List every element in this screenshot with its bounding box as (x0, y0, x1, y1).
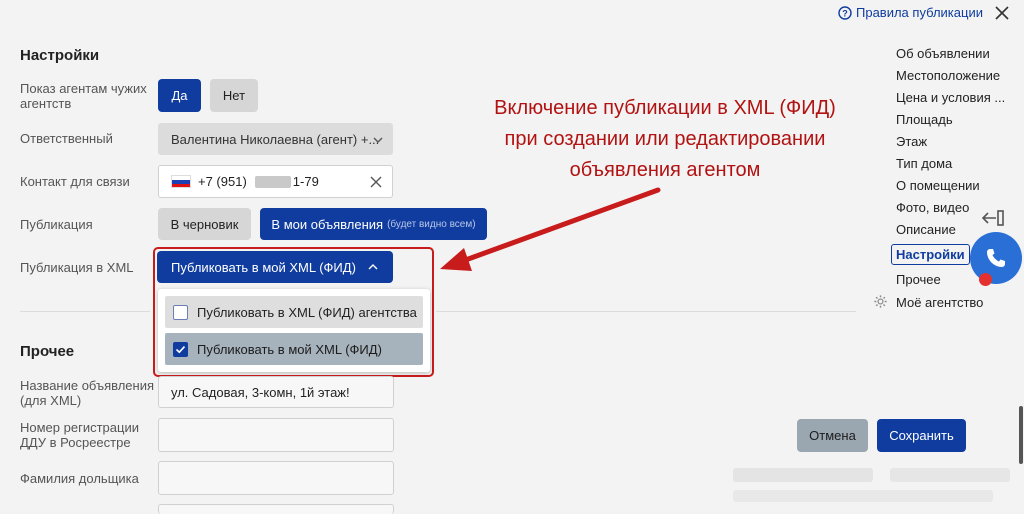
yes-button[interactable]: Да (158, 79, 201, 112)
annotation-arrow (440, 187, 661, 271)
contact-prefix: +7 (951) (198, 174, 247, 189)
ddu-label: Номер регистрации ДДУ в Росреестре (20, 420, 139, 450)
section-divider (436, 311, 856, 312)
cancel-button[interactable]: Отмена (797, 419, 868, 452)
phone-icon (984, 246, 1008, 270)
russia-flag-icon (171, 175, 191, 188)
sidebar-item-floor[interactable]: Этаж (896, 134, 927, 149)
blurred-area (733, 468, 873, 482)
xml-option[interactable]: Публиковать в XML (ФИД) агентства (165, 296, 423, 328)
sidebar-item-area[interactable]: Площадь (896, 112, 953, 127)
notification-dot (979, 273, 992, 286)
publication-label: Публикация (20, 217, 93, 232)
responsible-select[interactable]: Валентина Николаевна (агент) +... (158, 123, 393, 155)
other-title: Прочее (20, 343, 75, 360)
responsible-label: Ответственный (20, 131, 113, 146)
no-button[interactable]: Нет (210, 79, 258, 112)
scrollbar-thumb[interactable] (1019, 406, 1023, 464)
xml-selected-value: Публиковать в мой XML (ФИД) (171, 259, 356, 275)
sidebar-item-my-agency[interactable]: Моё агентство (896, 295, 983, 310)
sidebar-item-settings[interactable]: Настройки (891, 244, 970, 265)
section-divider (20, 311, 150, 312)
xml-select[interactable]: Публиковать в мой XML (ФИД) (157, 251, 393, 283)
xml-option-label: Публиковать в мой XML (ФИД) (197, 341, 382, 357)
sidebar-item-premises[interactable]: О помещении (896, 178, 980, 193)
xml-option-label: Публиковать в XML (ФИД) агентства (197, 304, 417, 320)
ad-name-field[interactable]: ул. Садовая, 3-комн, 1й этаж! (158, 376, 394, 408)
blurred-area (890, 468, 1010, 482)
ad-name-label: Название объявления (для XML) (20, 378, 155, 408)
sidebar-item-about[interactable]: Об объявлении (896, 46, 990, 61)
contact-field[interactable]: +7 (951) 1-79 (158, 165, 393, 198)
help-circle-icon: ? (838, 5, 852, 20)
clear-icon[interactable] (370, 176, 382, 191)
responsible-value: Валентина Николаевна (агент) +... (171, 131, 380, 147)
extra-field[interactable] (158, 504, 394, 514)
gear-icon (873, 294, 888, 314)
sidebar-item-description[interactable]: Описание (896, 222, 956, 237)
sidebar-item-location[interactable]: Местоположение (896, 68, 1000, 83)
help-link[interactable]: ? Правила публикации (838, 5, 983, 20)
settings-title: Настройки (20, 47, 100, 64)
my-ads-label: В мои объявления (271, 216, 384, 232)
xml-label: Публикация в XML (20, 260, 134, 275)
ad-name-value: ул. Садовая, 3-комн, 1й этаж! (171, 384, 350, 400)
collapse-panel-icon[interactable] (981, 209, 1005, 232)
checkbox-icon[interactable] (173, 304, 188, 320)
close-icon[interactable] (993, 4, 1011, 22)
shareholder-field[interactable] (158, 461, 394, 495)
shareholder-label: Фамилия дольщика (20, 471, 139, 486)
svg-text:?: ? (842, 8, 848, 18)
help-link-label: Правила публикации (856, 5, 983, 20)
contact-suffix: 1-79 (292, 174, 319, 189)
show-agents-label: Показ агентам чужих агентств (20, 81, 147, 111)
sidebar-item-house-type[interactable]: Тип дома (896, 156, 952, 171)
contact-label: Контакт для связи (20, 174, 130, 189)
sidebar-item-media[interactable]: Фото, видео (896, 200, 969, 215)
ddu-field[interactable] (158, 418, 394, 452)
sidebar-item-other[interactable]: Прочее (896, 272, 941, 287)
sidebar-item-price[interactable]: Цена и условия ... (896, 90, 1005, 105)
chevron-up-icon (367, 261, 379, 276)
annotation: Включение публикации в XML (ФИД) при соз… (494, 97, 836, 181)
blurred-area (733, 490, 993, 502)
draft-button[interactable]: В черновик (158, 208, 251, 240)
save-button[interactable]: Сохранить (877, 419, 966, 452)
contact-blur (254, 175, 291, 188)
checkbox-icon[interactable] (173, 341, 188, 357)
chevron-down-icon (372, 134, 384, 149)
call-button[interactable] (970, 232, 1022, 284)
xml-option[interactable]: Публиковать в мой XML (ФИД) (165, 333, 423, 365)
